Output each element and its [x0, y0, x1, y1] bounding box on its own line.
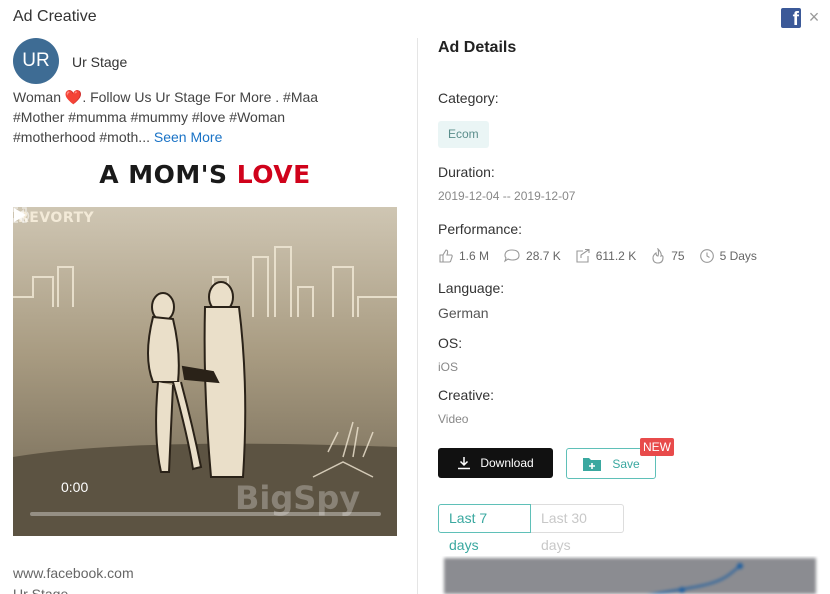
column-divider [417, 38, 418, 594]
heat-stat: 75 [650, 248, 685, 264]
heart-emoji: ❤️ [64, 89, 83, 105]
likes-stat: 1.6 M [438, 248, 489, 264]
category-tag[interactable]: Ecom [438, 121, 489, 148]
share-icon [576, 248, 590, 263]
category-label: Category: [438, 90, 499, 106]
trend-chart-graphic [444, 558, 816, 594]
folder-add-icon [583, 457, 602, 471]
download-icon [458, 457, 471, 470]
landing-url[interactable]: www.facebook.com [13, 565, 134, 581]
fullscreen-icon[interactable] [13, 207, 27, 223]
see-more-link[interactable]: Seen More [154, 129, 222, 145]
comments-value: 28.7 K [526, 249, 561, 263]
video-player[interactable]: REVORTY BigSpy 0:00 [13, 207, 397, 536]
video-time: 0:00 [61, 479, 89, 495]
video-title-accent: LOVE [236, 160, 311, 189]
video-progress-bar[interactable] [30, 512, 381, 516]
days-value: 5 Days [719, 249, 757, 263]
language-label: Language: [438, 280, 505, 296]
avatar[interactable]: UR [13, 38, 59, 84]
performance-stats: 1.6 M 28.7 K 611.2 K 75 5 Days [438, 248, 771, 264]
performance-label: Performance: [438, 221, 523, 237]
clock-icon [699, 249, 714, 263]
download-label: Download [480, 456, 534, 470]
days-stat: 5 Days [699, 248, 757, 264]
facebook-icon: f [781, 8, 801, 28]
save-label: Save [612, 456, 640, 471]
tab-last-30-days[interactable]: Last 30 days [531, 504, 624, 553]
heat-value: 75 [671, 249, 685, 263]
new-badge: NEW [640, 438, 674, 456]
os-label: OS: [438, 335, 463, 351]
likes-value: 1.6 M [459, 249, 490, 263]
duration-label: Duration: [438, 164, 495, 180]
download-button[interactable]: Download [438, 448, 553, 478]
os-value: iOS [438, 360, 459, 374]
shares-value: 611.2 K [595, 249, 637, 263]
video-title-text: A MOM'S LOVE [13, 160, 397, 189]
trend-chart-preview [440, 556, 820, 594]
advertiser-name[interactable]: Ur Stage [72, 54, 127, 70]
creative-label: Creative: [438, 387, 495, 403]
video-title-main: A MOM'S [99, 160, 237, 189]
landing-name: Ur Stage [13, 586, 69, 594]
close-icon[interactable]: × [806, 8, 822, 26]
modal-title: Ad Creative [13, 8, 97, 25]
shares-stat: 611.2 K [575, 248, 636, 264]
ad-details-title: Ad Details [438, 39, 517, 56]
comment-icon [503, 249, 520, 263]
tab-last-7-days[interactable]: Last 7 days [438, 504, 531, 553]
comments-stat: 28.7 K [503, 248, 561, 264]
ad-text: Woman ❤️. Follow Us Ur Stage For More . … [13, 87, 353, 147]
duration-value: 2019-12-04 -- 2019-12-07 [438, 189, 576, 203]
thumbs-up-icon [439, 249, 453, 263]
ad-text-start: Woman [13, 89, 65, 105]
creative-value: Video [438, 412, 469, 426]
language-value: German [438, 305, 489, 321]
flame-icon [652, 248, 664, 264]
